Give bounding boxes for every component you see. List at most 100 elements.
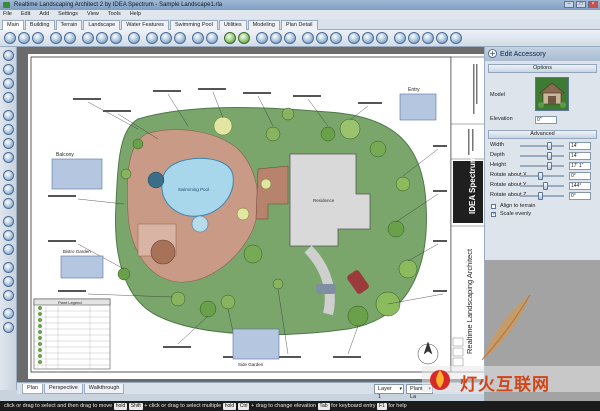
- width-slider[interactable]: [520, 142, 564, 150]
- symbol-tool-icon[interactable]: [3, 244, 14, 255]
- pan-icon[interactable]: [160, 32, 172, 44]
- image-tool-icon[interactable]: [3, 322, 14, 333]
- tab-landscape[interactable]: Landscape: [83, 20, 121, 30]
- layer-select[interactable]: Layer 1: [374, 384, 404, 400]
- open-icon[interactable]: [18, 32, 30, 44]
- depth-value[interactable]: 14': [569, 152, 591, 160]
- tab-utilities[interactable]: Utilities: [218, 20, 247, 30]
- slider-knob[interactable]: [547, 162, 553, 170]
- render-icon[interactable]: [330, 32, 342, 44]
- height-slider[interactable]: [520, 162, 564, 170]
- deck-icon[interactable]: [270, 32, 282, 44]
- slider-knob[interactable]: [537, 172, 543, 180]
- tab-building[interactable]: Building: [24, 20, 55, 30]
- new-icon[interactable]: [4, 32, 16, 44]
- help-icon[interactable]: [436, 32, 448, 44]
- slider-knob[interactable]: [547, 152, 553, 160]
- zoom-out-tool-icon[interactable]: [3, 92, 14, 103]
- measure-icon[interactable]: [192, 32, 204, 44]
- save-icon[interactable]: [32, 32, 44, 44]
- advanced-section-header[interactable]: Advanced: [488, 130, 597, 139]
- cut-icon[interactable]: [82, 32, 94, 44]
- undo-icon[interactable]: [50, 32, 62, 44]
- scale-bar-tool-icon[interactable]: [3, 276, 14, 287]
- camera-icon[interactable]: [316, 32, 328, 44]
- fill-tool-icon[interactable]: [3, 216, 14, 227]
- rotate-y-value[interactable]: 144°: [569, 182, 591, 190]
- properties-icon[interactable]: [408, 32, 420, 44]
- circle-tool-icon[interactable]: [3, 152, 14, 163]
- layers-icon[interactable]: [376, 32, 388, 44]
- rotate-z-slider[interactable]: [520, 192, 564, 200]
- snap-icon[interactable]: [362, 32, 374, 44]
- options-section-header[interactable]: Options: [488, 64, 597, 73]
- table-tool-icon[interactable]: [3, 308, 14, 319]
- tab-modeling[interactable]: Modeling: [247, 20, 280, 30]
- rotate-x-value[interactable]: 0°: [569, 172, 591, 180]
- plant-icon[interactable]: [224, 32, 236, 44]
- tab-main[interactable]: Main: [2, 20, 24, 30]
- menu-settings[interactable]: Settings: [58, 10, 78, 19]
- print-icon[interactable]: [394, 32, 406, 44]
- text-icon[interactable]: [206, 32, 218, 44]
- height-value[interactable]: 17' 1": [569, 162, 591, 170]
- leader-tool-icon[interactable]: [3, 198, 14, 209]
- arc-tool-icon[interactable]: [3, 124, 14, 135]
- menu-help[interactable]: Help: [130, 10, 141, 19]
- zoom-icon[interactable]: [174, 32, 186, 44]
- fence-icon[interactable]: [284, 32, 296, 44]
- label-tool-icon[interactable]: [3, 184, 14, 195]
- slider-knob[interactable]: [543, 182, 549, 190]
- settings-icon[interactable]: [422, 32, 434, 44]
- align-to-terrain-checkbox[interactable]: [491, 204, 496, 209]
- align-to-terrain-row[interactable]: Align to terrain: [485, 203, 600, 211]
- tab-perspective[interactable]: Perspective: [44, 384, 83, 394]
- north-arrow-tool-icon[interactable]: [3, 262, 14, 273]
- scale-evenly-row[interactable]: Scale evenly: [485, 211, 600, 219]
- tab-swimming-pool[interactable]: Swimming Pool: [169, 20, 218, 30]
- gazebo-model-thumbnail[interactable]: [535, 77, 569, 111]
- redo-icon[interactable]: [64, 32, 76, 44]
- depth-slider[interactable]: [520, 152, 564, 160]
- close-button[interactable]: ×: [588, 1, 598, 8]
- tab-plan-detail[interactable]: Plan Detail: [280, 20, 318, 30]
- menu-add[interactable]: Add: [39, 10, 49, 19]
- minimize-button[interactable]: –: [564, 1, 574, 8]
- path-icon[interactable]: [256, 32, 268, 44]
- rotate-x-slider[interactable]: [520, 172, 564, 180]
- menu-view[interactable]: View: [87, 10, 99, 19]
- grass-icon[interactable]: [238, 32, 250, 44]
- slider-knob[interactable]: [537, 192, 543, 200]
- delete-icon[interactable]: [128, 32, 140, 44]
- menu-edit[interactable]: Edit: [21, 10, 30, 19]
- info-icon[interactable]: [450, 32, 462, 44]
- tab-walkthrough[interactable]: Walkthrough: [83, 384, 125, 394]
- tab-plan[interactable]: Plan: [22, 384, 44, 394]
- rotate-z-value[interactable]: 0°: [569, 192, 591, 200]
- rotate-y-slider[interactable]: [520, 182, 564, 190]
- menu-file[interactable]: File: [3, 10, 12, 19]
- select-icon[interactable]: [146, 32, 158, 44]
- light-icon[interactable]: [302, 32, 314, 44]
- tab-water-features[interactable]: Water Features: [121, 20, 169, 30]
- dimension-tool-icon[interactable]: [3, 170, 14, 181]
- select-tool-icon[interactable]: [3, 50, 14, 61]
- paste-icon[interactable]: [110, 32, 122, 44]
- elevation-value[interactable]: 0": [535, 116, 557, 124]
- slider-knob[interactable]: [547, 142, 553, 150]
- menu-tools[interactable]: Tools: [108, 10, 121, 19]
- line-tool-icon[interactable]: [3, 110, 14, 121]
- width-value[interactable]: 14': [569, 142, 591, 150]
- rect-tool-icon[interactable]: [3, 138, 14, 149]
- legend-tool-icon[interactable]: [3, 290, 14, 301]
- tab-terrain[interactable]: Terrain: [55, 20, 83, 30]
- rotate-x-row: Rotate about X 0°: [485, 171, 600, 181]
- copy-icon[interactable]: [96, 32, 108, 44]
- grid-icon[interactable]: [348, 32, 360, 44]
- scale-evenly-checkbox[interactable]: [491, 211, 496, 217]
- pan-tool-icon[interactable]: [3, 64, 14, 75]
- zoom-in-tool-icon[interactable]: [3, 78, 14, 89]
- plan-canvas[interactable]: Balcony Swimming Pool Residence Entry Bi…: [17, 47, 488, 382]
- eyedropper-tool-icon[interactable]: [3, 230, 14, 241]
- maximize-button[interactable]: □: [576, 1, 586, 8]
